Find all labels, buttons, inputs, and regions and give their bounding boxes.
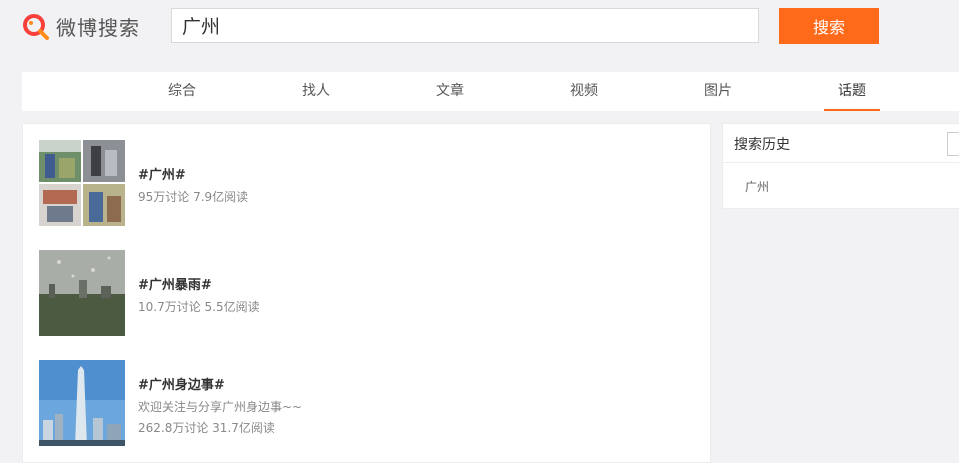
result-tabs: 综合 找人 文章 视频 图片 话题 — [22, 72, 959, 111]
tab-articles[interactable]: 文章 — [420, 72, 480, 111]
clear-history-button[interactable] — [947, 132, 959, 156]
topic-stats: 95万讨论 7.9亿阅读 — [138, 190, 249, 204]
topic-stats: 10.7万讨论 5.5亿阅读 — [138, 300, 260, 314]
topic-thumbnail[interactable] — [39, 360, 125, 446]
tab-topics[interactable]: 话题 — [822, 72, 882, 111]
search-history-panel: 搜索历史 广州 — [722, 123, 959, 209]
topic-title[interactable]: #广州身边事# — [138, 374, 225, 393]
search-button[interactable]: 搜索 — [779, 8, 879, 44]
topic-title[interactable]: #广州暴雨# — [138, 274, 212, 293]
tab-general[interactable]: 综合 — [152, 72, 212, 111]
tab-videos[interactable]: 视频 — [554, 72, 614, 111]
search-input[interactable] — [171, 8, 759, 43]
divider — [723, 162, 959, 163]
topic-item[interactable]: #广州暴雨# 10.7万讨论 5.5亿阅读 — [39, 250, 689, 336]
topic-thumbnail[interactable] — [39, 250, 125, 336]
topic-item[interactable]: #广州身边事# 欢迎关注与分享广州身边事~~ 262.8万讨论 31.7亿阅读 — [39, 360, 689, 446]
weibo-search-logo[interactable]: 微博搜索 — [22, 11, 140, 41]
tab-images[interactable]: 图片 — [688, 72, 748, 111]
topic-stats: 262.8万讨论 31.7亿阅读 — [138, 421, 275, 435]
search-logo-icon — [22, 12, 50, 40]
topic-item[interactable]: #广州# 95万讨论 7.9亿阅读 — [39, 140, 689, 226]
tab-users[interactable]: 找人 — [286, 72, 346, 111]
search-history-item[interactable]: 广州 — [745, 178, 769, 195]
topic-title[interactable]: #广州# — [138, 164, 186, 183]
topic-description: 欢迎关注与分享广州身边事~~ — [138, 400, 303, 414]
topic-list: #广州# 95万讨论 7.9亿阅读 #广州暴雨# 10.7万讨论 5.5亿阅读 — [22, 123, 711, 463]
search-history-title: 搜索历史 — [734, 137, 790, 153]
brand-name: 微博搜索 — [56, 15, 140, 40]
topic-thumbnail[interactable] — [39, 140, 125, 226]
